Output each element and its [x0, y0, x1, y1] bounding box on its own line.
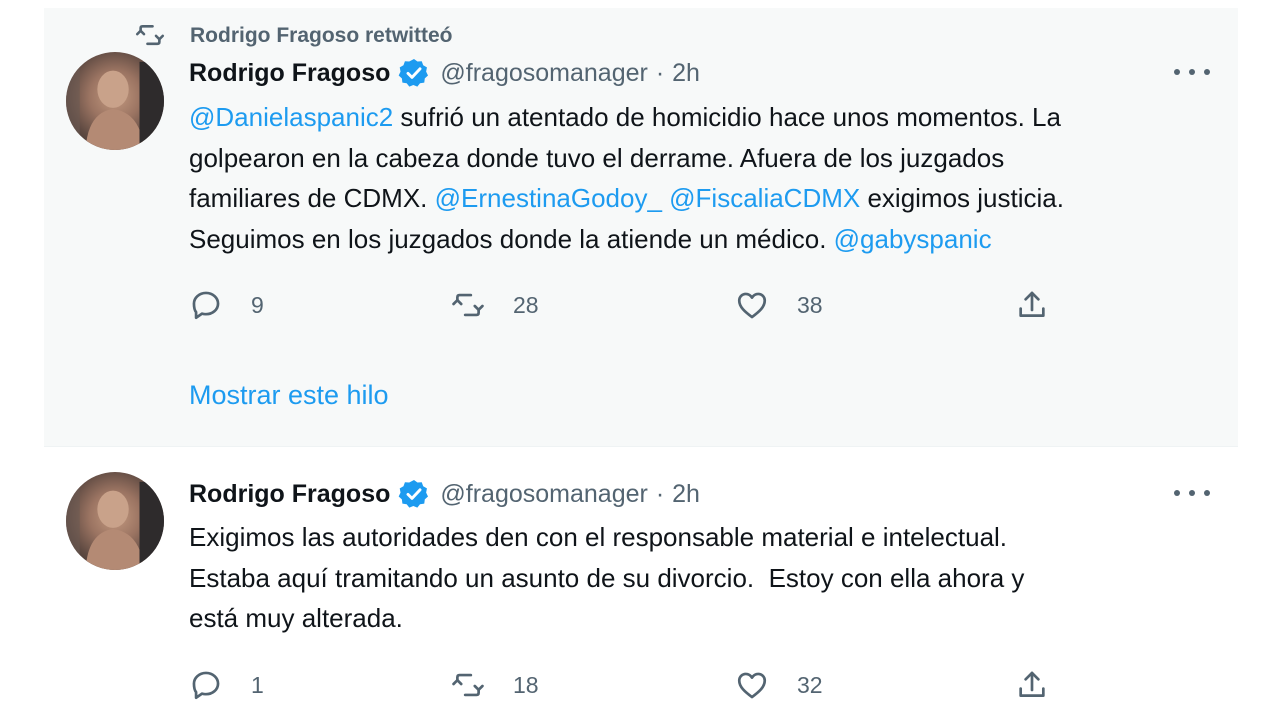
like-count: 38: [797, 291, 823, 318]
tweet-retweeted[interactable]: Rodrigo Fragoso retwitteó Rodrigo Fragos…: [44, 8, 1238, 447]
tweet-text-line: está muy alterada.: [189, 598, 1219, 639]
tweet-text-segment: Estaba aquí tramitando un asunto de su d…: [189, 562, 1025, 593]
like-icon: [737, 292, 767, 319]
tweet-text-segment: exigimos justicia.: [860, 183, 1064, 213]
timestamp[interactable]: 2h: [672, 480, 700, 509]
tweet-text-segment: Exigimos las autoridades den con el resp…: [189, 522, 1008, 552]
mention-link[interactable]: @FiscaliaCDMX: [669, 183, 860, 213]
share-icon: [1019, 291, 1045, 317]
reply-button[interactable]: 1: [189, 665, 264, 705]
retweet-button[interactable]: 28: [451, 285, 539, 325]
reply-count: 1: [251, 671, 264, 698]
tweet-text-segment: golpearon en la cabeza donde tuvo el der…: [189, 142, 1005, 173]
show-thread-link[interactable]: Mostrar este hilo: [189, 380, 389, 411]
mention-link[interactable]: @Danielaspanic2: [189, 102, 393, 132]
tweet-text-segment: sufrió un atentado de homicidio hace uno…: [393, 102, 1061, 132]
more-icon[interactable]: [1174, 481, 1210, 505]
tweet-actions: 1 18 32: [189, 665, 1089, 705]
more-icon[interactable]: [1174, 60, 1210, 84]
mention-link[interactable]: @gabyspanic: [834, 224, 992, 254]
verified-badge-icon: [399, 59, 429, 87]
like-count: 32: [797, 671, 823, 698]
tweet-text-line: @Danielaspanic2 sufrió un atentado de ho…: [189, 97, 1219, 138]
share-button[interactable]: [1015, 665, 1049, 705]
tweet-text-segment: está muy alterada.: [189, 603, 403, 633]
tweet-text-line: Seguimos en los juzgados donde la atiend…: [189, 219, 1219, 260]
share-button[interactable]: [1015, 285, 1049, 325]
display-name[interactable]: Rodrigo Fragoso: [189, 480, 390, 509]
tweet-text-line: Exigimos las autoridades den con el resp…: [189, 517, 1219, 558]
mention-link[interactable]: @ErnestinaGodoy_: [435, 183, 662, 213]
reply-icon: [192, 671, 220, 700]
share-icon: [1019, 671, 1045, 697]
avatar[interactable]: [66, 472, 164, 570]
tweet-text-line: Estaba aquí tramitando un asunto de su d…: [189, 558, 1219, 599]
separator-dot: ·: [655, 479, 665, 508]
retweet-button[interactable]: 18: [451, 665, 539, 705]
handle[interactable]: @fragosomanager: [440, 480, 647, 509]
like-button[interactable]: 38: [735, 285, 823, 325]
handle[interactable]: @fragosomanager: [440, 59, 647, 88]
tweet-header: Rodrigo Fragoso @fragosomanager · 2h: [189, 56, 700, 90]
reply-count: 9: [251, 291, 264, 318]
tweet[interactable]: Rodrigo Fragoso @fragosomanager · 2h Exi…: [44, 450, 1238, 720]
timestamp[interactable]: 2h: [672, 59, 700, 88]
tweet-text-line: familiares de CDMX. @ErnestinaGodoy_ @Fi…: [189, 178, 1219, 219]
like-button[interactable]: 32: [735, 665, 823, 705]
reply-button[interactable]: 9: [189, 285, 264, 325]
reply-icon: [192, 291, 220, 320]
tweet-text-segment: Seguimos en los juzgados donde la atiend…: [189, 223, 834, 254]
tweet-text: Exigimos las autoridades den con el resp…: [189, 517, 1219, 639]
tweet-text-segment: familiares de CDMX.: [189, 183, 435, 213]
tweet-text-line: golpearon en la cabeza donde tuvo el der…: [189, 138, 1219, 179]
separator-dot: ·: [655, 58, 665, 87]
tweet-text: @Danielaspanic2 sufrió un atentado de ho…: [189, 97, 1219, 259]
retweet-icon: [452, 673, 484, 697]
retweet-count: 18: [513, 671, 539, 698]
tweet-header: Rodrigo Fragoso @fragosomanager · 2h: [189, 477, 700, 511]
retweet-icon: [452, 293, 484, 317]
verified-badge-icon: [399, 480, 429, 508]
like-icon: [737, 672, 767, 699]
retweet-banner-text[interactable]: Rodrigo Fragoso retwitteó: [190, 24, 453, 48]
retweet-count: 28: [513, 291, 539, 318]
retweet-icon: [135, 24, 165, 46]
display-name[interactable]: Rodrigo Fragoso: [189, 59, 390, 88]
tweet-actions: 9 28 38: [189, 285, 1089, 325]
avatar[interactable]: [66, 52, 164, 150]
